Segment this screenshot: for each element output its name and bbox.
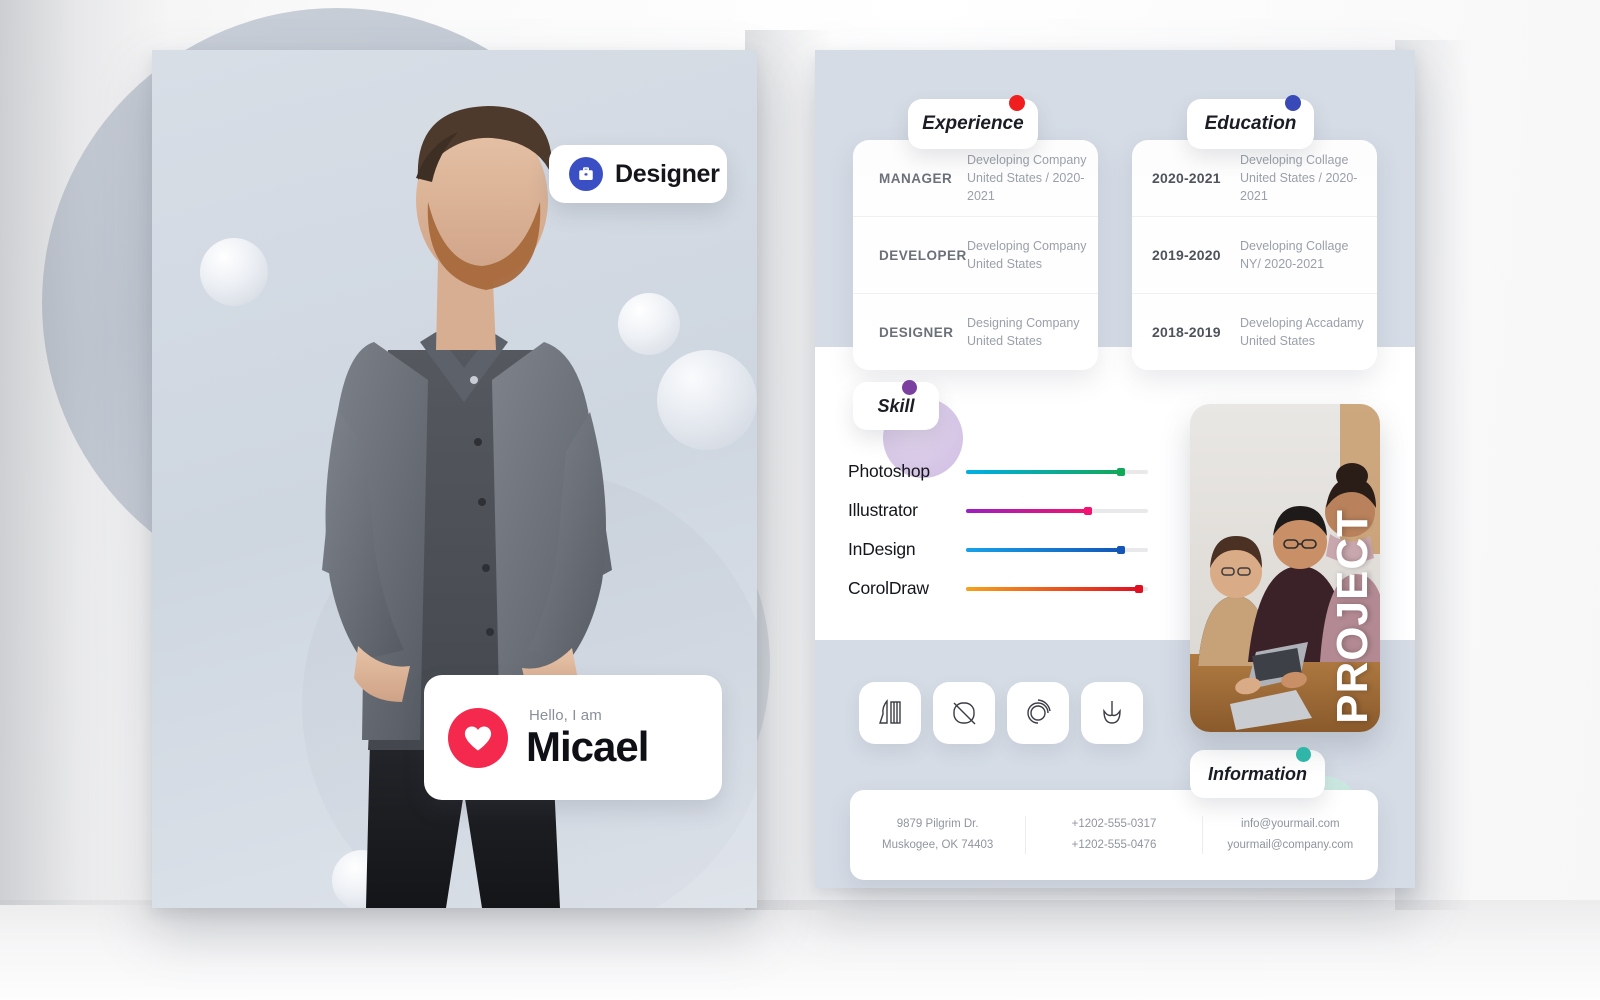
skill-label: CorolDraw	[848, 578, 929, 598]
skill-progress-fill	[966, 508, 1088, 513]
skill-progress-track[interactable]	[966, 584, 1148, 593]
briefcase-icon	[569, 157, 603, 191]
education-detail: Developing Collage United States / 2020-…	[1240, 151, 1377, 205]
backdrop-floor	[0, 900, 1600, 1000]
experience-dot	[1009, 95, 1025, 111]
email-line-1: info@yourmail.com	[1241, 817, 1340, 830]
abstract-ribbon-icon[interactable]	[859, 682, 921, 744]
skill-row: Photoshop	[848, 452, 1148, 491]
experience-row: DEVELOPER Developing Company United Stat…	[853, 216, 1098, 293]
education-years: 2020-2021	[1152, 170, 1221, 186]
experience-company: Developing Company	[967, 152, 1087, 167]
experience-row: DESIGNER Designing Company United States	[853, 293, 1098, 370]
email-line-2: yourmail@company.com	[1227, 839, 1354, 851]
skill-label: Illustrator	[848, 500, 918, 520]
poster-cover-page[interactable]: Designer Hello, I am Micael	[152, 50, 757, 908]
skill-tab[interactable]: Skill	[853, 382, 939, 430]
role-badge-label: Designer	[615, 159, 720, 188]
skill-progress-fill	[966, 469, 1121, 474]
skill-progress-fill	[966, 586, 1139, 591]
greeting-text: Hello, I am	[529, 707, 602, 724]
person-name: Micael	[526, 723, 649, 770]
information-column-address: 9879 Pilgrim Dr. Muskogee, OK 74403	[850, 816, 1025, 855]
skill-label: Photoshop	[848, 461, 930, 481]
role-badge[interactable]: Designer	[549, 145, 727, 203]
skill-list: Photoshop Illustrator InDesign CorolDraw	[848, 452, 1148, 608]
address-line-1: 9879 Pilgrim Dr.	[896, 817, 979, 830]
education-dot	[1285, 95, 1301, 111]
abstract-tulip-icon[interactable]	[1081, 682, 1143, 744]
experience-row: MANAGER Developing Company United States…	[853, 140, 1098, 216]
education-location: NY/ 2020-2021	[1240, 257, 1325, 271]
skill-progress-track[interactable]	[966, 506, 1148, 515]
skill-progress-track[interactable]	[966, 545, 1148, 554]
name-card-text: Hello, I am Micael	[526, 707, 649, 770]
skill-label: InDesign	[848, 539, 916, 559]
experience-role: MANAGER	[879, 170, 953, 186]
skill-progress-knob[interactable]	[1116, 545, 1125, 554]
experience-company: Designing Company	[967, 315, 1080, 330]
education-years: 2018-2019	[1152, 324, 1221, 340]
education-years: 2019-2020	[1152, 247, 1221, 263]
education-detail: Developing Accadamy United States	[1240, 314, 1364, 350]
experience-card: MANAGER Developing Company United States…	[853, 140, 1098, 370]
education-card: 2020-2021 Developing Collage United Stat…	[1132, 140, 1377, 370]
education-school: Developing Collage	[1240, 238, 1349, 253]
experience-title: Experience	[922, 113, 1024, 134]
education-location: United States / 2020-2021	[1240, 170, 1358, 204]
project-label: PROJECT	[1328, 509, 1377, 724]
experience-location: United States	[967, 257, 1043, 271]
education-row: 2018-2019 Developing Accadamy United Sta…	[1132, 293, 1377, 370]
skill-row: InDesign	[848, 530, 1148, 569]
wall-shadow-left	[0, 0, 170, 905]
experience-company: Developing Company	[967, 238, 1087, 253]
skill-title: Skill	[877, 395, 915, 416]
information-title: Information	[1208, 763, 1307, 784]
education-school: Developing Accadamy	[1240, 315, 1364, 330]
experience-role: DEVELOPER	[879, 247, 967, 263]
skill-progress-knob[interactable]	[1116, 467, 1125, 476]
skill-progress-track[interactable]	[966, 467, 1148, 476]
information-dot	[1296, 747, 1311, 762]
skill-dot	[902, 380, 917, 395]
skill-row: Illustrator	[848, 491, 1148, 530]
heart-icon	[448, 707, 508, 768]
information-column-email: info@yourmail.com yourmail@company.com	[1201, 815, 1378, 855]
education-school: Developing Collage	[1240, 152, 1349, 167]
experience-role: DESIGNER	[879, 324, 954, 340]
abstract-spiral-icon[interactable]	[1007, 682, 1069, 744]
education-detail: Developing Collage NY/ 2020-2021	[1240, 237, 1348, 273]
skill-progress-fill	[966, 547, 1121, 552]
education-row: 2019-2020 Developing Collage NY/ 2020-20…	[1132, 216, 1377, 293]
phone-line-2: +1202-555-0476	[1071, 839, 1157, 851]
experience-detail: Developing Company United States	[967, 237, 1087, 273]
information-column-phone: +1202-555-0317 +1202-555-0476	[1025, 815, 1201, 855]
phone-line-1: +1202-555-0317	[1071, 817, 1157, 830]
abstract-no-entry-icon[interactable]	[933, 682, 995, 744]
education-location: United States	[1240, 334, 1316, 348]
experience-location: United States / 2020-2021	[967, 170, 1085, 204]
education-row: 2020-2021 Developing Collage United Stat…	[1132, 140, 1377, 216]
skill-row: CorolDraw	[848, 569, 1148, 608]
name-card[interactable]: Hello, I am Micael	[424, 675, 722, 800]
address-line-2: Muskogee, OK 74403	[882, 839, 994, 851]
experience-detail: Developing Company United States / 2020-…	[967, 151, 1098, 205]
information-card: 9879 Pilgrim Dr. Muskogee, OK 74403 +120…	[850, 790, 1378, 880]
skill-progress-knob[interactable]	[1134, 584, 1143, 593]
education-title: Education	[1204, 113, 1297, 134]
skill-progress-knob[interactable]	[1083, 506, 1092, 515]
project-photo[interactable]: PROJECT	[1190, 404, 1380, 732]
experience-detail: Designing Company United States	[967, 314, 1080, 350]
experience-location: United States	[967, 334, 1043, 348]
